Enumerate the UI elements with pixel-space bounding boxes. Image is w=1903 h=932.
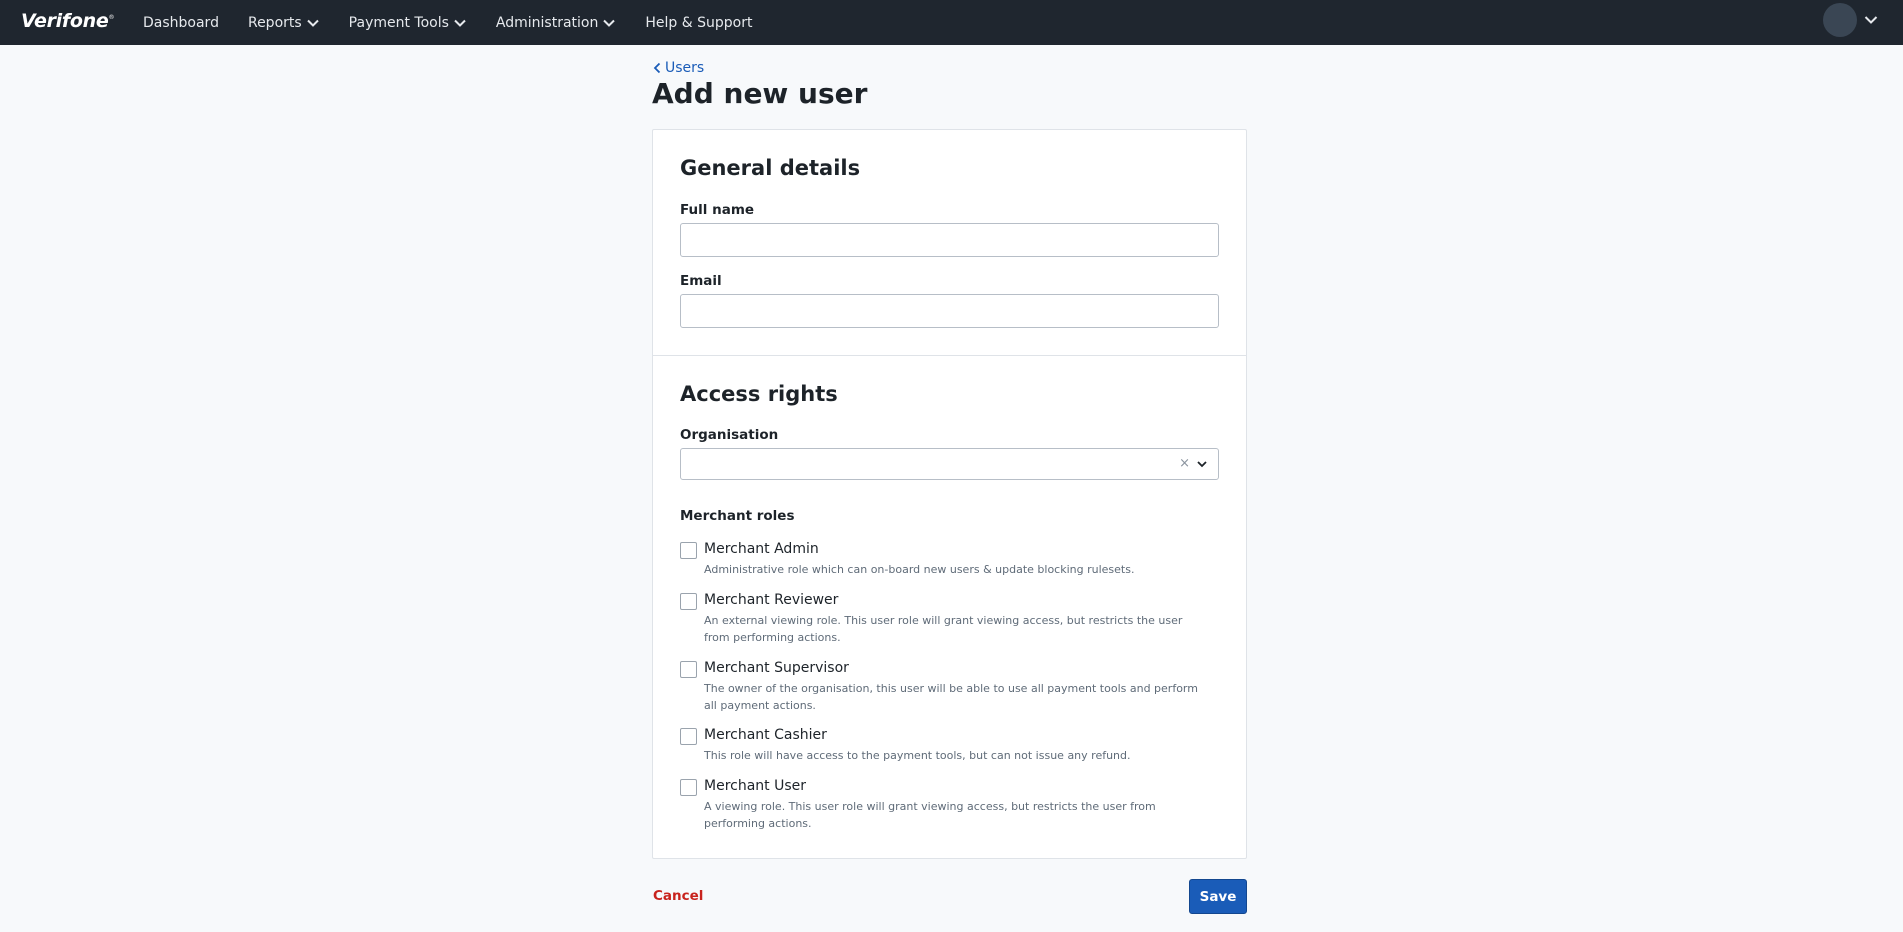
nav-reports[interactable]: Reports	[248, 15, 320, 31]
role-name: Merchant User	[704, 778, 807, 794]
main-nav: Dashboard Reports Payment Tools Administ…	[143, 0, 781, 45]
page-title: Add new user	[652, 77, 868, 110]
role-description: A viewing role. This user role will gran…	[704, 800, 1156, 830]
merchant-roles-label: Merchant roles	[680, 508, 795, 524]
role-name: Merchant Admin	[704, 541, 819, 557]
cancel-button[interactable]: Cancel	[653, 888, 703, 904]
breadcrumb-label: Users	[665, 60, 705, 76]
nav-help-support-label: Help & Support	[645, 14, 753, 31]
email-input[interactable]	[680, 294, 1219, 328]
nav-help-support[interactable]: Help & Support	[645, 15, 752, 31]
nav-administration-label: Administration	[495, 14, 599, 31]
access-rights-title: Access rights	[680, 382, 838, 406]
full-name-input[interactable]	[680, 223, 1219, 257]
role-description: This role will have access to the paymen…	[704, 749, 1131, 762]
role-name: Merchant Cashier	[704, 727, 827, 743]
role-description: Administrative role which can on-board n…	[704, 563, 1135, 576]
role-description: The owner of the organisation, this user…	[704, 682, 1198, 712]
clear-icon[interactable]: ×	[1179, 456, 1190, 471]
nav-payment-tools-label: Payment Tools	[348, 14, 449, 31]
email-label: Email	[680, 273, 722, 289]
section-divider	[653, 355, 1246, 356]
chevron-down-icon	[602, 16, 616, 30]
role-checkbox[interactable]	[680, 542, 697, 559]
full-name-label: Full name	[680, 202, 755, 218]
role-name: Merchant Reviewer	[704, 592, 839, 608]
logo-mark: ®	[108, 14, 115, 21]
organisation-select[interactable]: ×	[680, 448, 1219, 480]
chevron-down-icon[interactable]	[1863, 12, 1879, 28]
save-button[interactable]: Save	[1189, 879, 1247, 914]
nav-dashboard-label: Dashboard	[143, 14, 219, 31]
role-checkbox[interactable]	[680, 593, 697, 610]
chevron-down-icon[interactable]	[1196, 458, 1208, 470]
role-description: An external viewing role. This user role…	[704, 614, 1183, 644]
user-menu[interactable]	[1823, 3, 1879, 37]
general-details-title: General details	[680, 156, 861, 180]
nav-dashboard[interactable]: Dashboard	[143, 15, 219, 31]
chevron-down-icon	[306, 16, 320, 30]
role-checkbox[interactable]	[680, 728, 697, 745]
top-navigation-bar: Verifone® Dashboard Reports Payment Tool…	[0, 0, 1903, 45]
verifone-logo[interactable]: Verifone®	[21, 10, 114, 32]
role-name: Merchant Supervisor	[704, 660, 849, 676]
nav-payment-tools[interactable]: Payment Tools	[349, 15, 467, 31]
breadcrumb-users-link[interactable]: Users	[653, 60, 704, 76]
add-user-form-card: General details Full name Email Access r…	[652, 129, 1247, 859]
avatar[interactable]	[1823, 3, 1857, 37]
nav-administration[interactable]: Administration	[496, 15, 616, 31]
nav-reports-label: Reports	[247, 14, 302, 31]
logo-text: Verifone	[21, 10, 109, 32]
organisation-label: Organisation	[680, 427, 779, 443]
chevron-left-icon	[653, 62, 662, 74]
role-checkbox[interactable]	[680, 661, 697, 678]
chevron-down-icon	[453, 16, 467, 30]
role-checkbox[interactable]	[680, 779, 697, 796]
